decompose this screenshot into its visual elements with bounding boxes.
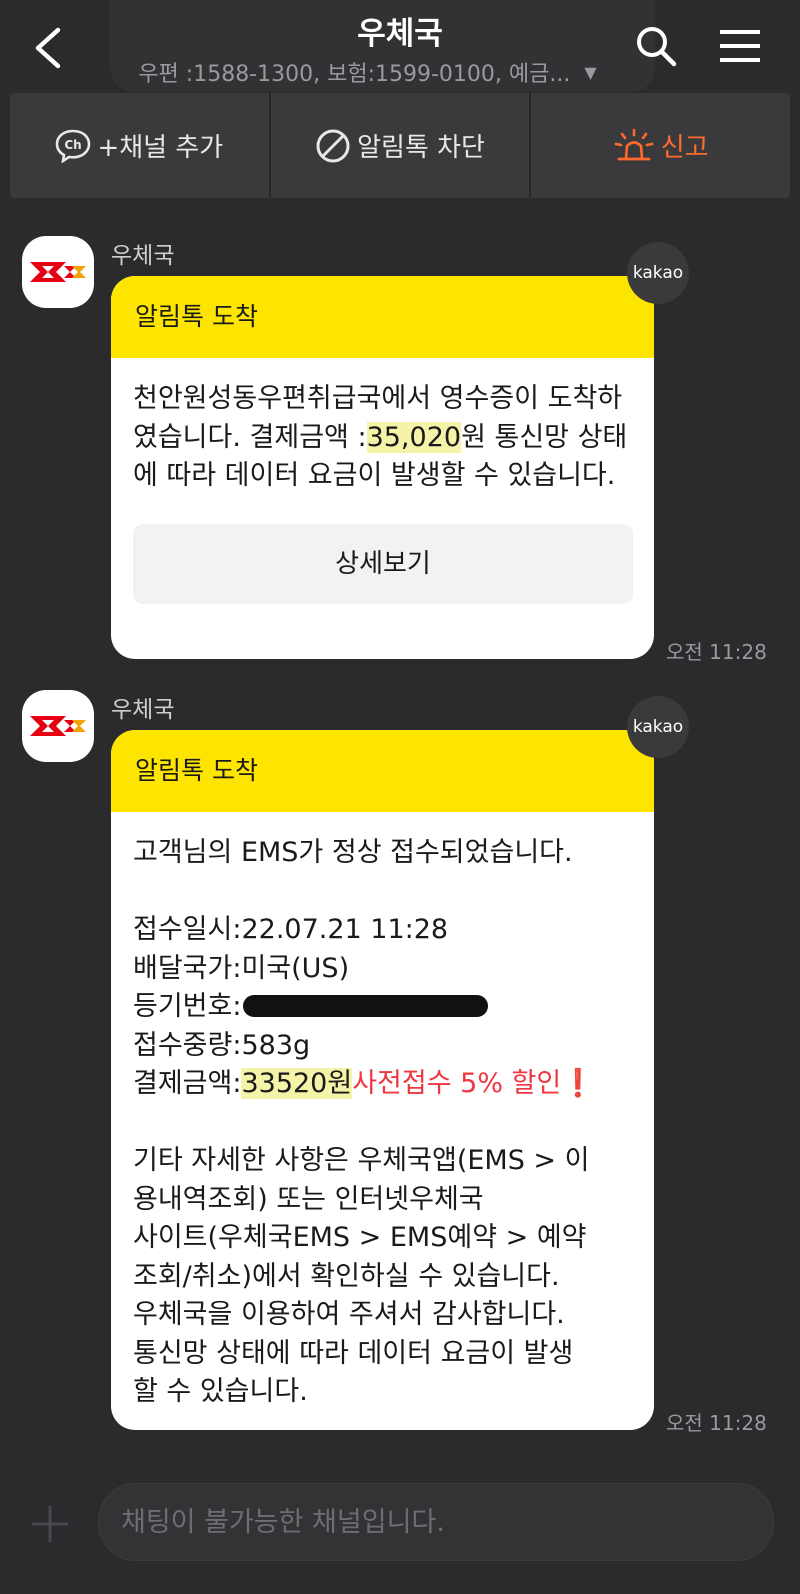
message-time: 오전 11:28 [666,640,767,664]
plus-icon [32,1506,68,1542]
attach-button[interactable] [28,1502,72,1546]
block-notification-button[interactable]: 알림톡 차단 [268,93,530,198]
chat-header: 우체국 우편 :1588-1300, 보험:1599-0100, 예금... ▼ [0,0,800,92]
discount-note: 사전접수 5% 할인 [352,1068,562,1099]
bubble-header: 알림톡 도착 [111,730,654,812]
search-button[interactable] [634,24,678,68]
receipt-date-line: 접수일시:22.07.21 11:28 [133,914,449,945]
channel-info-dropdown[interactable]: 우편 :1588-1300, 보험:1599-0100, 예금... ▼ [0,56,735,88]
hamburger-menu-icon [720,30,760,62]
svg-text:Ch: Ch [65,138,82,152]
registration-label: 등기번호: [133,991,242,1022]
outro-line: 통신망 상태에 따라 데이터 요금이 발생 [133,1337,574,1369]
exclamation-icon: ❗ [561,1068,595,1099]
siren-icon [614,128,654,160]
channel-title: 우체국 [357,16,443,52]
add-channel-button[interactable]: Ch +채널 추가 [10,93,269,198]
outro-line: 용내역조회) 또는 인터넷우체국 [133,1183,484,1215]
search-icon [637,27,677,67]
add-channel-label: +채널 추가 [97,133,224,163]
korea-post-logo [30,716,86,736]
caret-down-icon: ▼ [584,63,597,82]
block-label: 알림톡 차단 [357,133,485,163]
registration-line: 등기번호: [133,988,634,1027]
chat-screen: 우체국 우편 :1588-1300, 보험:1599-0100, 예금... ▼ … [0,0,800,1594]
message-time: 오전 11:28 [666,1411,767,1435]
korea-post-logo [30,262,86,282]
chat-input-bar: 채팅이 불가능한 채널입니다. [0,1468,800,1594]
outro-line: 우체국을 이용하여 주셔서 감사합니다. [133,1299,565,1330]
sender-name: 우체국 [111,243,175,269]
channel-info-text: 우편 :1588-1300, 보험:1599-0100, 예금... [138,62,571,87]
message-text: 고객님의 EMS가 정상 접수되었습니다. 접수일시:22.07.21 11:2… [111,812,654,1412]
highlighted-amount: 35,020 [366,421,462,453]
weight-line: 접수중량:583g [133,1029,311,1061]
message-bubble: 알림톡 도착 천안원성동우편취급국에서 영수증이 도착하였습니다. 결제금액 :… [111,276,654,659]
channel-ch-icon: Ch [56,129,91,163]
block-icon [316,129,350,162]
message-text: 천안원성동우편취급국에서 영수증이 도착하였습니다. 결제금액 :35,020원… [111,358,654,496]
highlighted-amount: 33520원 [241,1068,353,1099]
channel-action-bar: Ch +채널 추가 알림톡 차단 신고 [10,93,790,198]
report-button[interactable]: 신고 [529,93,790,198]
sender-name: 우체국 [111,697,175,723]
chat-input-field[interactable]: 채팅이 불가능한 채널입니다. [98,1483,774,1561]
kakao-badge: kakao [627,696,689,758]
view-details-button[interactable]: 상세보기 [133,523,633,604]
bubble-header: 알림톡 도착 [111,276,654,358]
sender-avatar[interactable] [22,236,94,308]
kakao-badge: kakao [627,242,689,304]
payment-line: 결제금액:33520원사전접수 5% 할인❗ [133,1065,634,1104]
outro-line: 사이트(우체국EMS > EMS예약 > 예약 [133,1222,587,1253]
sender-avatar[interactable] [22,690,94,762]
outro-line: 할 수 있습니다. [133,1376,308,1407]
menu-button[interactable] [718,28,762,64]
destination-line: 배달국가:미국(US) [133,952,350,984]
outro-line: 조회/취소)에서 확인하실 수 있습니다. [133,1260,560,1292]
redacted-tracking-number [243,995,489,1017]
message-bubble: 알림톡 도착 고객님의 EMS가 정상 접수되었습니다. 접수일시:22.07.… [111,730,654,1430]
intro-line: 고객님의 EMS가 정상 접수되었습니다. [133,837,573,868]
report-label: 신고 [660,133,709,163]
outro-line: 기타 자세한 사항은 우체국앱(EMS > 이 [133,1145,590,1176]
payment-label: 결제금액: [133,1068,242,1099]
